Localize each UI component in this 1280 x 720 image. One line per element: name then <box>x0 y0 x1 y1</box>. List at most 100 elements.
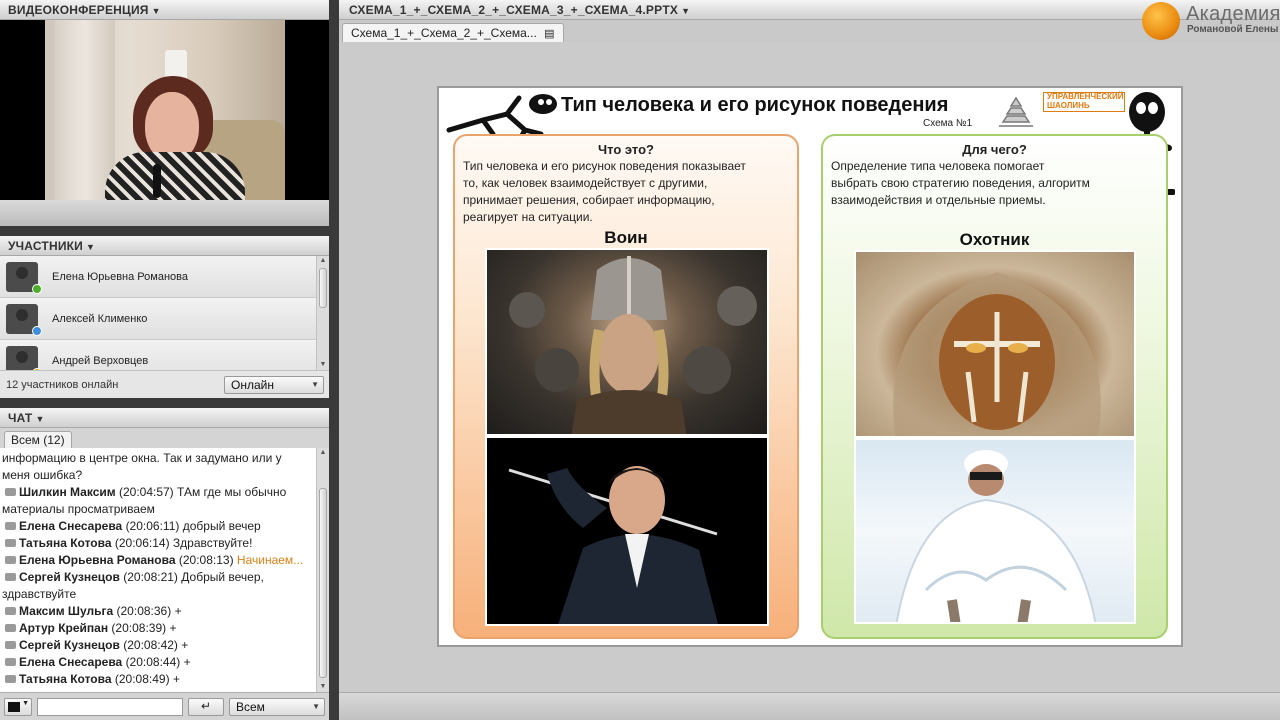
chat-input[interactable] <box>37 698 183 716</box>
chevron-down-icon[interactable]: ▼ <box>86 242 95 252</box>
participants-scrollbar[interactable]: ▲ ▼ <box>316 256 329 370</box>
tab-everyone[interactable]: Всем (12) <box>4 431 72 448</box>
logo-emblem-icon <box>1142 2 1180 40</box>
video-pod-header[interactable]: ВИДЕОКОНФЕРЕНЦИЯ ▼ <box>0 0 329 20</box>
chat-message: Татьяна Котова (20:06:14) Здравствуйте! <box>2 535 314 552</box>
chat-text: + <box>169 621 177 635</box>
chat-message: Сергей Кузнецов (20:08:21) Добрый вечер, <box>2 569 314 586</box>
text-color-picker[interactable]: ▼ <box>4 698 32 716</box>
document-tab-label: Схема_1_+_Схема_2_+_Схема... <box>351 26 537 40</box>
type-label-warrior: Воин <box>604 228 648 247</box>
text-line: взаимодействия и отдельные приемы. <box>831 193 1046 207</box>
share-pod-header[interactable]: СХЕМА_1_+_СХЕМА_2_+_СХЕМА_3_+_СХЕМА_4.PP… <box>339 0 1280 20</box>
chat-time: (20:08:13) <box>178 553 234 567</box>
chat-time: (20:08:39) <box>111 621 167 635</box>
participants-pod-title: УЧАСТНИКИ <box>8 239 84 253</box>
text-line: реагирует на ситуации. <box>463 210 593 224</box>
participant-name: Алексей Клименко <box>52 312 148 325</box>
participant-item[interactable]: Елена Юрьевна Романова <box>0 256 316 298</box>
avatar <box>6 303 42 336</box>
chat-text: Начинаем... <box>236 553 304 567</box>
chat-time: (20:08:44) <box>125 655 181 669</box>
chat-text: ТАм где мы обычно <box>177 485 287 499</box>
slide-title: Тип человека и его рисунок поведения <box>561 94 949 116</box>
scroll-down-icon[interactable]: ▼ <box>317 360 329 370</box>
chat-scrollbar[interactable]: ▲ ▼ <box>316 448 329 692</box>
chat-message: Максим Шульга (20:08:36) + <box>2 603 314 620</box>
chat-text: + <box>183 655 191 669</box>
chat-bubble-icon <box>5 658 16 666</box>
background-curtain <box>55 20 115 200</box>
chat-pod-header[interactable]: ЧАТ ▼ <box>0 408 329 428</box>
chat-author: Елена Снесарева <box>19 519 123 533</box>
chat-text: добрый вечер <box>182 519 261 533</box>
participant-name: Елена Юрьевна Романова <box>52 270 188 283</box>
presenter-badge-icon <box>32 325 42 336</box>
chat-message: Елена Снесарева (20:08:44) + <box>2 654 314 671</box>
scroll-up-icon[interactable]: ▲ <box>317 448 329 458</box>
chat-author: Татьяна Котова <box>19 536 112 550</box>
status-select[interactable]: Онлайн ▼ <box>224 376 324 394</box>
chat-bubble-icon <box>5 488 16 496</box>
chat-time: (20:06:14) <box>114 536 170 550</box>
chat-bubble-icon <box>5 539 16 547</box>
microphone <box>153 164 161 198</box>
send-button[interactable]: ↵ <box>188 698 224 716</box>
chevron-down-icon[interactable]: ▼ <box>35 414 44 424</box>
participant-item[interactable]: Алексей Клименко <box>0 298 316 340</box>
chat-text: информацию в центре окна. Так и задумано… <box>2 451 282 465</box>
chat-message: Елена Юрьевна Романова (20:08:13) Начина… <box>2 552 314 569</box>
participant-item[interactable]: Андрей Верховцев <box>0 340 316 370</box>
academy-logo: Академия Романовой Елены <box>1142 0 1280 40</box>
chevron-down-icon[interactable]: ▼ <box>681 6 690 16</box>
chat-message: Шилкин Максим (20:04:57) ТАм где мы обыч… <box>2 484 314 501</box>
column-heading: Что это? <box>598 142 654 157</box>
snow-person-illustration <box>895 450 1097 622</box>
chat-author: Артур Крейпан <box>19 621 109 635</box>
chat-text: здравствуйте <box>2 587 77 601</box>
column-what-is-it: Что это? Тип человека и его рисунок пове… <box>453 134 799 639</box>
participants-footer: 12 участников онлайн Онлайн ▼ <box>0 370 329 398</box>
column-what-for: Для чего? Определение типа человека помо… <box>821 134 1168 639</box>
avatar <box>6 261 42 294</box>
text-line: Определение типа человека помогает <box>831 159 1045 173</box>
snow-man-photo <box>854 438 1136 624</box>
column-heading: Для чего? <box>962 142 1027 157</box>
chat-message: материалы просматриваем <box>2 501 314 518</box>
businessman-illustration <box>508 466 718 624</box>
chat-text: Добрый вечер, <box>181 570 264 584</box>
chevron-down-icon: ▼ <box>312 702 320 711</box>
scroll-thumb[interactable] <box>319 268 327 308</box>
type-label-hunter: Охотник <box>959 230 1030 249</box>
chat-bubble-icon <box>5 624 16 632</box>
participants-list: Елена Юрьевна Романова Алексей Клименко … <box>0 256 316 370</box>
chat-bubble-icon <box>5 522 16 530</box>
chat-bubble-icon <box>5 573 16 581</box>
participants-pod-header[interactable]: УЧАСТНИКИ ▼ <box>0 236 329 256</box>
document-icon: ▤ <box>544 28 555 40</box>
text-line: то, как человек взаимодействует с другим… <box>463 176 708 190</box>
businessman-photo <box>485 436 769 626</box>
scroll-up-icon[interactable]: ▲ <box>317 256 329 266</box>
logo-subtitle: Романовой Елены <box>1187 24 1279 35</box>
publisher-logo: УПРАВЛЕНЧЕСКИЙ ШАОЛИНЬ <box>991 92 1127 130</box>
video-pod-title: ВИДЕОКОНФЕРЕНЦИЯ <box>8 3 149 17</box>
document-tab[interactable]: Схема_1_+_Схема_2_+_Схема... ▤ <box>342 23 564 42</box>
recipient-select[interactable]: Всем ▼ <box>229 698 325 716</box>
chat-message: здравствуйте <box>2 586 314 603</box>
chat-author: Сергей Кузнецов <box>19 570 120 584</box>
scroll-down-icon[interactable]: ▼ <box>317 682 329 692</box>
chat-time: (20:06:11) <box>125 519 180 533</box>
chat-message: Артур Крейпан (20:08:39) + <box>2 620 314 637</box>
chevron-down-icon[interactable]: ▼ <box>152 6 161 16</box>
pagoda-icon <box>999 96 1033 127</box>
chat-time: (20:04:57) <box>118 485 174 499</box>
chat-author: Татьяна Котова <box>19 672 112 686</box>
presenter-body <box>105 152 245 200</box>
warrior-photo <box>485 248 769 436</box>
scroll-thumb[interactable] <box>319 488 327 678</box>
chevron-down-icon: ▼ <box>311 380 319 389</box>
chat-message: меня ошибка? <box>2 467 314 484</box>
chat-message: Сергей Кузнецов (20:08:42) + <box>2 637 314 654</box>
chat-author: Максим Шульга <box>19 604 114 618</box>
